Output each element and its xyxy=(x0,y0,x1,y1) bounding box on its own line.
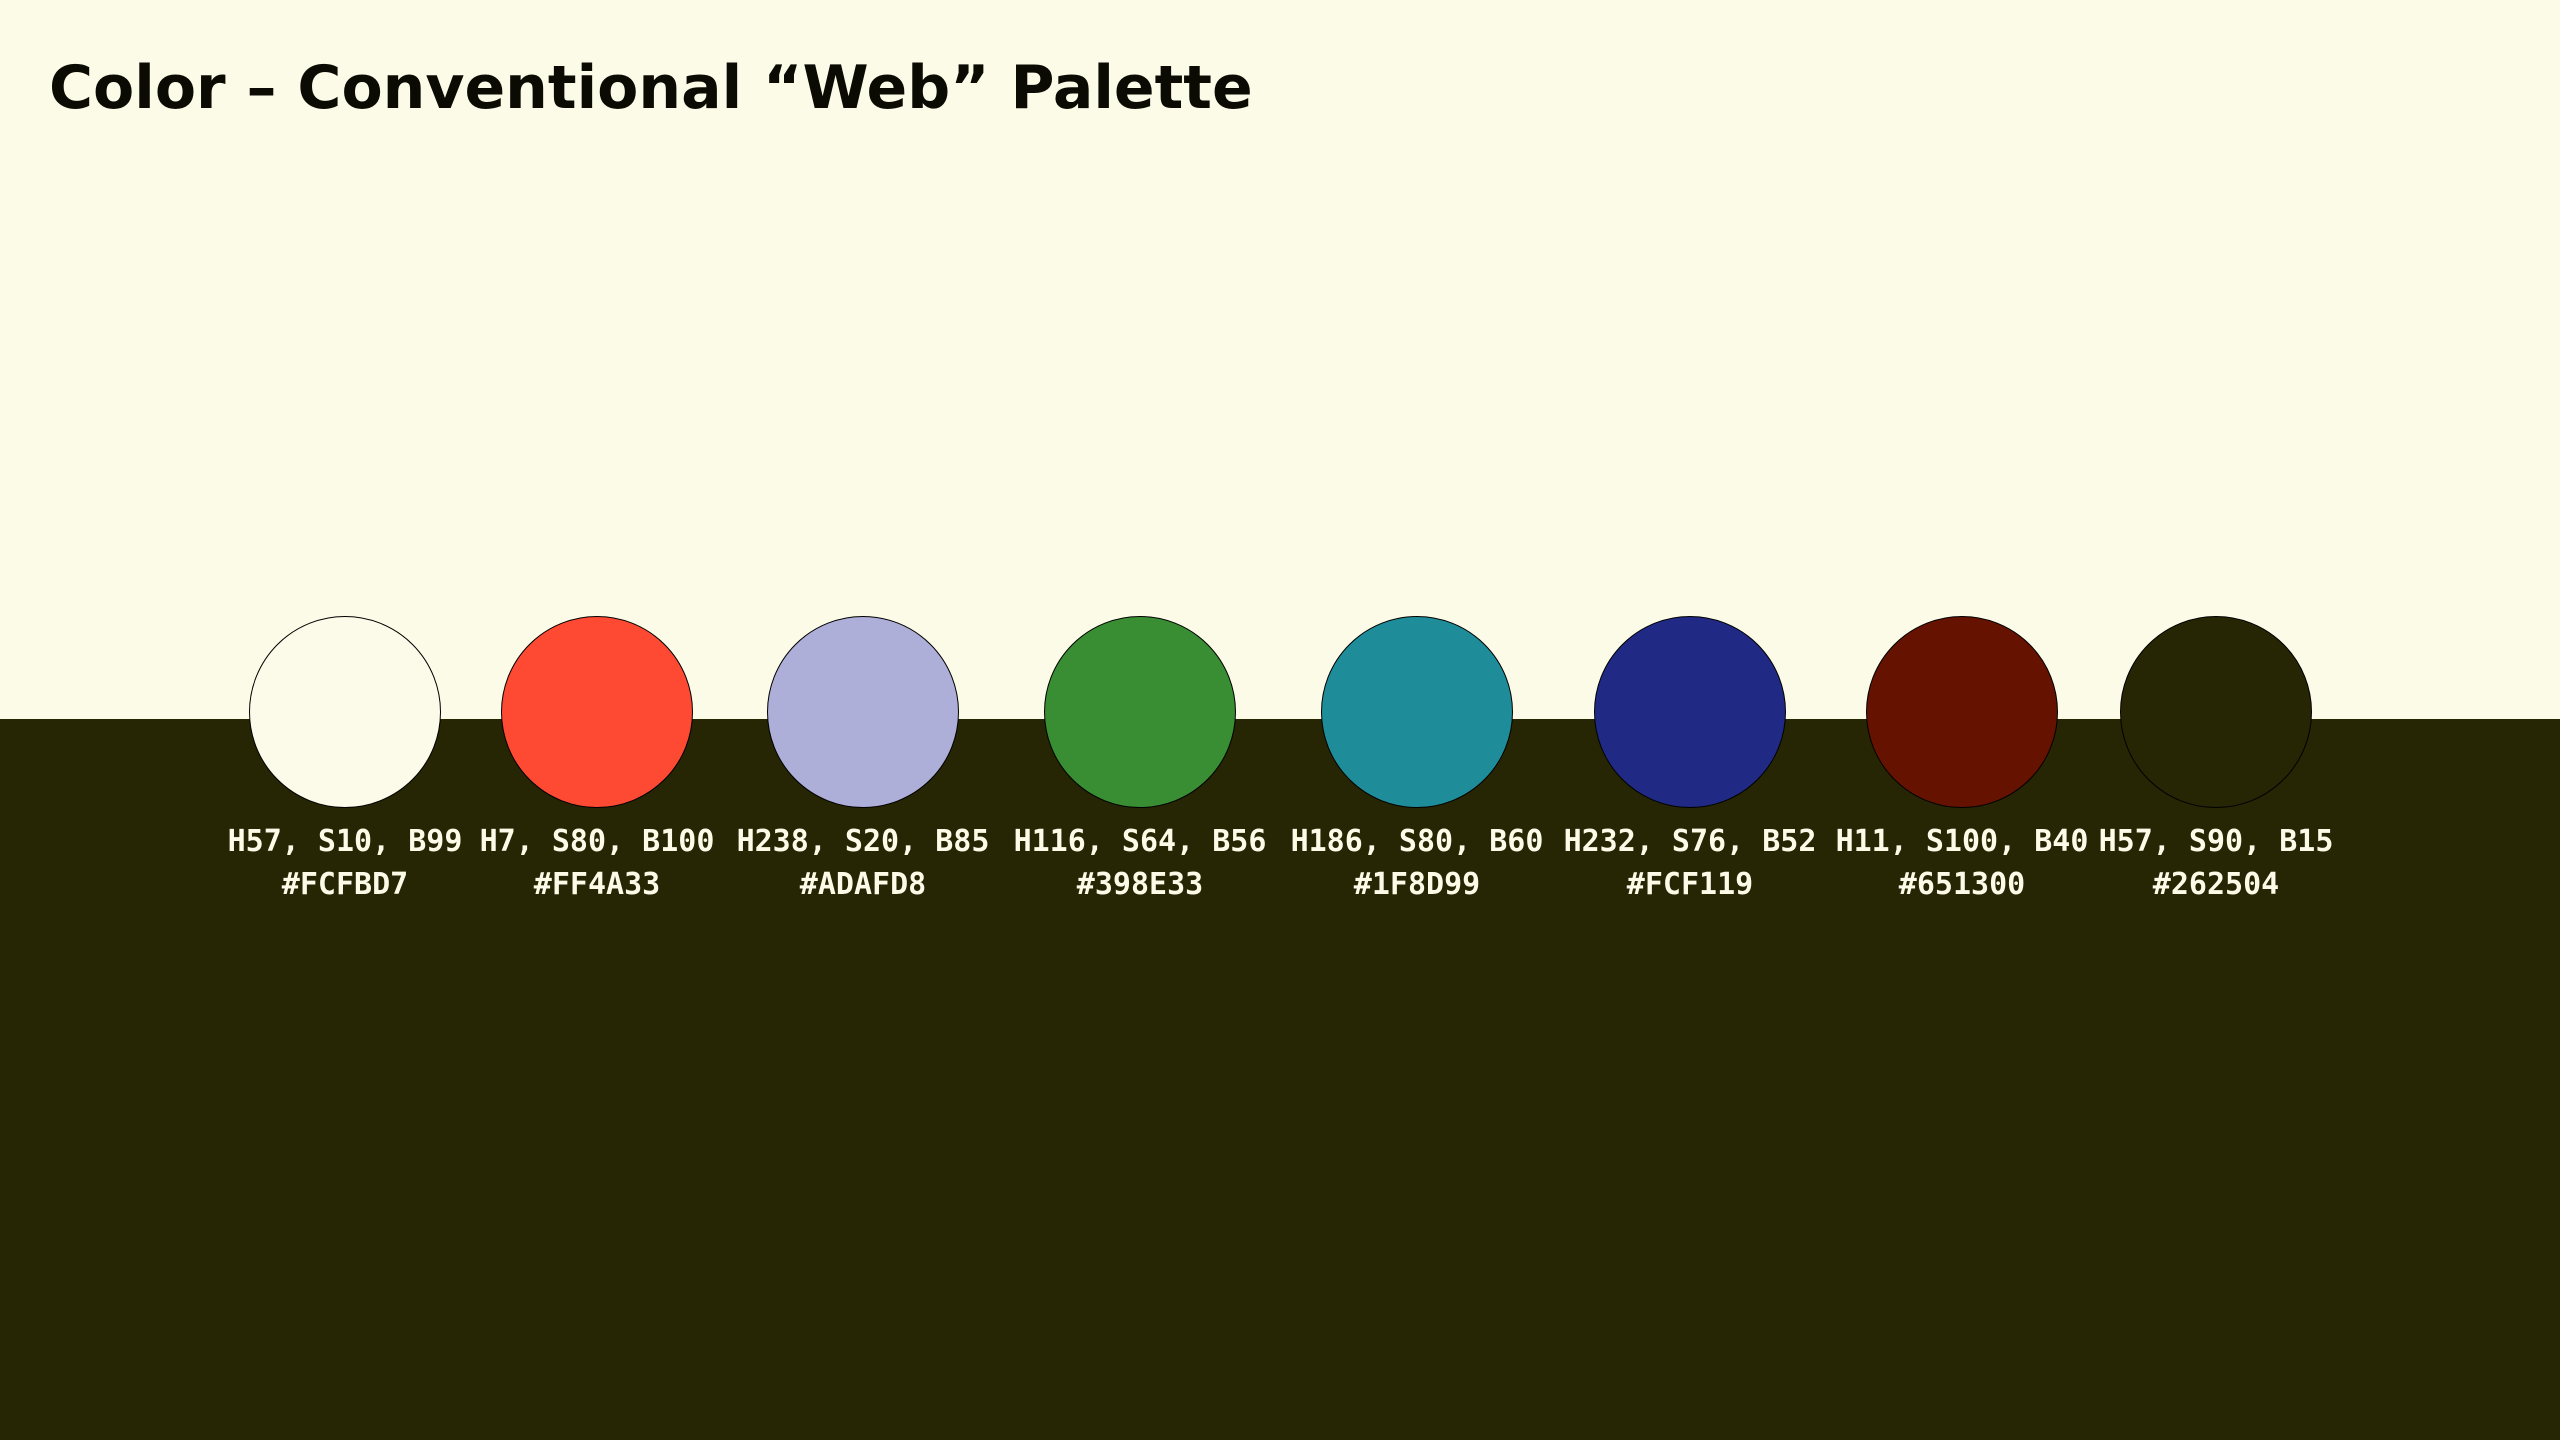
swatch-hex-label: #651300 xyxy=(1898,867,2026,902)
swatch-hex-label: #FCFBD7 xyxy=(281,867,409,902)
swatch-circle xyxy=(1594,616,1786,808)
swatch-hsb-label: H116, S64, B56 xyxy=(1013,824,1267,859)
swatch-circle xyxy=(2120,616,2312,808)
swatch-hsb-label: H57, S10, B99 xyxy=(227,824,463,859)
swatch-circle xyxy=(1044,616,1236,808)
swatch-hsb-label: H232, S76, B52 xyxy=(1563,824,1817,859)
swatch-hex-label: #FCF119 xyxy=(1626,867,1754,902)
swatch-hex-label: #FF4A33 xyxy=(533,867,661,902)
swatch-hsb-label: H57, S90, B15 xyxy=(2098,824,2334,859)
swatch-circle xyxy=(249,616,441,808)
swatch-hsb-label: H11, S100, B40 xyxy=(1835,824,2089,859)
swatch-hsb-label: H238, S20, B85 xyxy=(736,824,990,859)
swatch-circle xyxy=(1321,616,1513,808)
swatch-circle xyxy=(1866,616,2058,808)
swatch-hex-label: #398E33 xyxy=(1076,867,1204,902)
swatch-hex-label: #ADAFD8 xyxy=(799,867,927,902)
swatch-circle xyxy=(767,616,959,808)
swatch-hsb-label: H7, S80, B100 xyxy=(479,824,715,859)
swatch-hex-label: #262504 xyxy=(2152,867,2280,902)
swatch-circle xyxy=(501,616,693,808)
page-title: Color – Conventional “Web” Palette xyxy=(49,53,1253,123)
swatch-hex-label: #1F8D99 xyxy=(1353,867,1481,902)
swatch-hsb-label: H186, S80, B60 xyxy=(1290,824,1544,859)
